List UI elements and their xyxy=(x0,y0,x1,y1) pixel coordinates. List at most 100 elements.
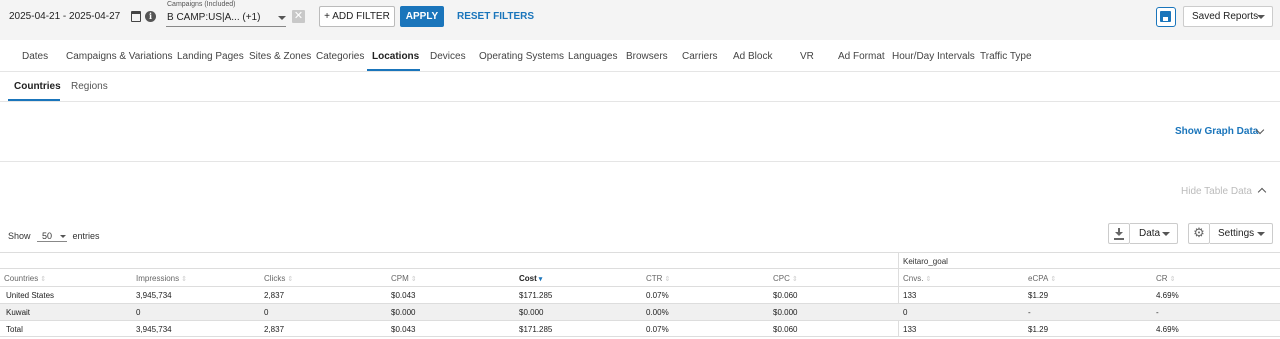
column-header-cpc[interactable]: CPC ⇕ xyxy=(773,274,798,283)
column-header-cnvs[interactable]: Cnvs. ⇕ xyxy=(903,274,931,283)
column-header-ctr[interactable]: CTR ⇕ xyxy=(646,274,670,283)
table-cell: 0 xyxy=(264,308,269,317)
table-cell: 3,945,734 xyxy=(136,325,172,334)
table-cell: $171.285 xyxy=(519,325,553,334)
table-cell: $0.060 xyxy=(773,325,798,334)
settings-label: Settings xyxy=(1218,228,1255,239)
column-header-label: Cnvs. xyxy=(903,274,924,283)
table-cell: 0 xyxy=(136,308,141,317)
calendar-icon[interactable] xyxy=(131,11,141,22)
filter-bar: 2025-04-21 - 2025-04-27 i Campaigns (Inc… xyxy=(0,0,1280,40)
column-header-clicks[interactable]: Clicks ⇕ xyxy=(264,274,293,283)
subtab-countries[interactable]: Countries xyxy=(14,81,61,92)
tab-devices[interactable]: Devices xyxy=(430,51,466,62)
entries-label: entries xyxy=(72,231,100,241)
column-header-label: Impressions xyxy=(136,274,180,283)
table-cell: 4.69% xyxy=(1156,325,1179,334)
location-subtabs: Countries Regions xyxy=(0,72,1280,102)
column-header-ecpa[interactable]: eCPA ⇕ xyxy=(1028,274,1056,283)
table-cell: - xyxy=(1156,308,1159,317)
table-cell: United States xyxy=(6,291,55,300)
table-cell: 2,837 xyxy=(264,325,285,334)
column-header-label: Cost xyxy=(519,274,537,283)
tab-languages[interactable]: Languages xyxy=(568,51,618,62)
sort-icon: ⇕ xyxy=(1169,276,1176,283)
table-cell: 3,945,734 xyxy=(136,291,172,300)
saved-reports-dropdown[interactable]: Saved Reports xyxy=(1183,6,1273,27)
save-report-button[interactable] xyxy=(1156,7,1176,27)
table-row[interactable]: Kuwait 0 0 $0.000 $0.000 0.00% $0.000 0 … xyxy=(0,303,1280,320)
stats-table: Keitaro_goal Countries ⇕ Impressions ⇕ Cli… xyxy=(0,252,1280,337)
tab-campaigns-variations[interactable]: Campaigns & Variations xyxy=(66,51,173,62)
reset-filters-button[interactable]: RESET FILTERS xyxy=(457,11,534,22)
table-cell: $171.285 xyxy=(519,291,553,300)
table-cell: 0.07% xyxy=(646,325,669,334)
table-cell: 0.00% xyxy=(646,308,669,317)
column-group-label: Keitaro_goal xyxy=(903,257,948,266)
table-cell: 133 xyxy=(903,291,917,300)
data-export-dropdown[interactable]: Data xyxy=(1130,223,1178,244)
chevron-down-icon xyxy=(1257,232,1265,236)
column-header-countries[interactable]: Countries ⇕ xyxy=(4,274,46,283)
campaign-filter-select[interactable]: Campaigns (Included) B CAMP:US|A... (+1) xyxy=(166,0,286,27)
tab-landing-pages[interactable]: Landing Pages xyxy=(177,51,244,62)
column-header-cr[interactable]: CR ⇕ xyxy=(1156,274,1175,283)
gear-icon[interactable]: ⚙ xyxy=(1188,223,1210,244)
add-filter-button[interactable]: + ADD FILTER xyxy=(319,6,395,27)
column-header-label: CTR xyxy=(646,274,663,283)
tab-ad-format[interactable]: Ad Format xyxy=(838,51,885,62)
sort-icon: ⇕ xyxy=(410,276,417,283)
sort-icon: ⇕ xyxy=(791,276,798,283)
column-header-label: Countries xyxy=(4,274,39,283)
campaign-filter-label: Campaigns (Included) xyxy=(167,1,236,8)
column-header-label: CPM xyxy=(391,274,409,283)
table-cell: 0 xyxy=(903,308,908,317)
chevron-down-icon xyxy=(278,16,286,20)
column-header-label: CR xyxy=(1156,274,1168,283)
table-total-row: Total 3,945,734 2,837 $0.043 $171.285 0.… xyxy=(0,320,1280,337)
entries-select[interactable]: 50 xyxy=(37,231,68,242)
entries-value: 50 xyxy=(42,231,53,241)
tab-carriers[interactable]: Carriers xyxy=(682,51,718,62)
column-header-cost[interactable]: Cost ▾ xyxy=(519,274,542,283)
tab-categories[interactable]: Categories xyxy=(316,51,364,62)
tab-locations[interactable]: Locations xyxy=(372,51,419,62)
date-range-picker[interactable]: 2025-04-21 - 2025-04-27 xyxy=(9,11,120,22)
table-cell: 133 xyxy=(903,325,917,334)
tab-dates[interactable]: Dates xyxy=(22,51,48,62)
saved-reports-label: Saved Reports xyxy=(1192,11,1259,22)
tab-traffic-type[interactable]: Traffic Type xyxy=(980,51,1032,62)
settings-dropdown[interactable]: Settings xyxy=(1210,223,1273,244)
active-tab-indicator xyxy=(367,69,420,71)
table-cell: $1.29 xyxy=(1028,325,1049,334)
chevron-down-icon xyxy=(1257,15,1265,19)
table-cell: Total xyxy=(6,325,23,334)
table-cell: $1.29 xyxy=(1028,291,1049,300)
apply-button[interactable]: APPLY xyxy=(400,6,444,27)
tab-hour-day-intervals[interactable]: Hour/Day Intervals xyxy=(892,51,975,62)
tab-browsers[interactable]: Browsers xyxy=(626,51,668,62)
column-header-cpm[interactable]: CPM ⇕ xyxy=(391,274,417,283)
chevron-up-icon[interactable] xyxy=(1257,187,1267,197)
table-row[interactable]: United States 3,945,734 2,837 $0.043 $17… xyxy=(0,286,1280,303)
tab-vr[interactable]: VR xyxy=(800,51,814,62)
table-cell: 0.07% xyxy=(646,291,669,300)
chevron-down-icon xyxy=(1162,232,1170,236)
column-header-impressions[interactable]: Impressions ⇕ xyxy=(136,274,187,283)
subtab-regions[interactable]: Regions xyxy=(71,81,108,92)
tab-ad-block[interactable]: Ad Block xyxy=(733,51,772,62)
clear-filter-button[interactable]: ✕ xyxy=(292,10,305,23)
show-graph-toggle[interactable]: Show Graph Data xyxy=(1175,126,1258,137)
info-icon[interactable]: i xyxy=(145,11,156,22)
graph-panel: Show Graph Data xyxy=(0,102,1280,162)
table-cell: Kuwait xyxy=(6,308,31,317)
tab-operating-systems[interactable]: Operating Systems xyxy=(479,51,564,62)
table-cell: $0.000 xyxy=(519,308,544,317)
table-header-row: Countries ⇕ Impressions ⇕ Clicks ⇕ CPM ⇕ Cos… xyxy=(0,268,1280,286)
sort-icon: ⇕ xyxy=(181,276,187,283)
tab-sites-zones[interactable]: Sites & Zones xyxy=(249,51,311,62)
hide-table-toggle[interactable]: Hide Table Data xyxy=(1181,186,1252,197)
show-label: Show xyxy=(8,231,31,241)
download-button[interactable] xyxy=(1108,223,1130,244)
table-cell: 4.69% xyxy=(1156,291,1179,300)
